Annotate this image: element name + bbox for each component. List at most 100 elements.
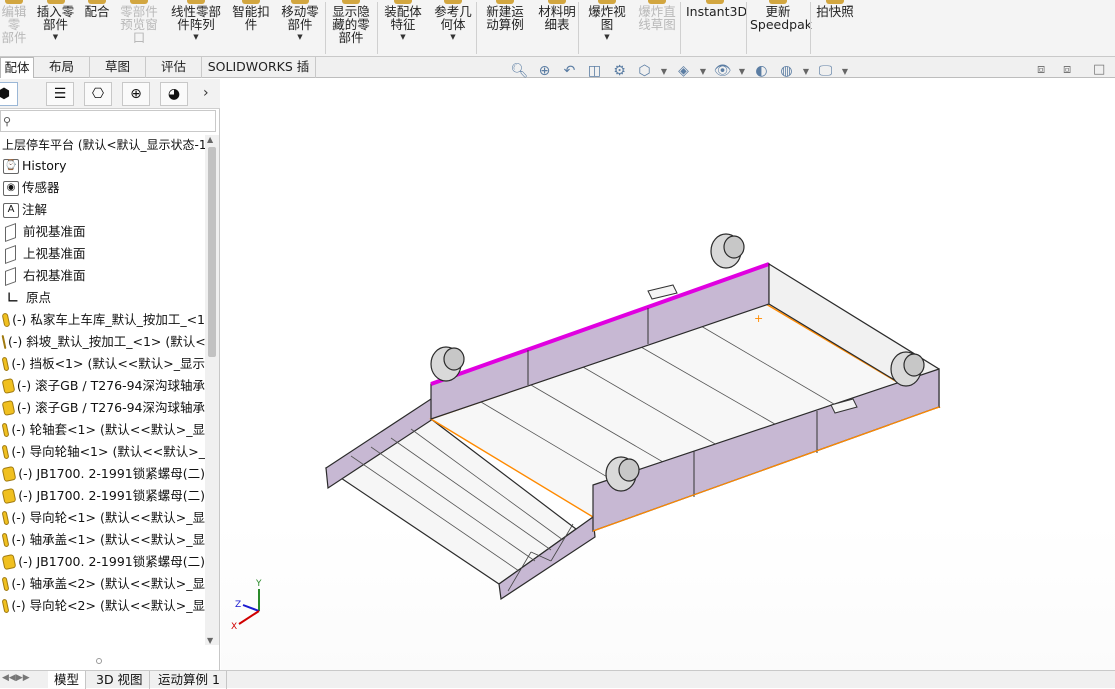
ribbon-button-6[interactable]: 移动零 部件 ▼	[276, 0, 324, 56]
tree-item[interactable]: (-) 滚子GB / T276-94深沟球轴承	[0, 397, 205, 419]
dropdown-caret-icon[interactable]: ▼	[841, 62, 849, 80]
zoom-area-icon[interactable]: ⊕	[535, 62, 554, 80]
dropdown-caret-icon[interactable]: ▼	[166, 33, 226, 41]
dropdown-caret-icon[interactable]: ▼	[584, 33, 630, 41]
tree-item[interactable]: (-) JB1700. 2-1991锁紧螺母(二)	[0, 551, 205, 573]
ribbon-button-label: 移动零 部件	[281, 4, 319, 32]
viewport-restore-icon[interactable]: ⧈	[1037, 62, 1045, 77]
ribbon-button-3[interactable]: 零部件 预览窗 口	[116, 0, 162, 56]
tree-item[interactable]: (-) 滚子GB / T276-94深沟球轴承	[0, 375, 205, 397]
ribbon-button-2[interactable]: 配合	[82, 0, 112, 56]
ribbon-button-5[interactable]: 智能扣 件	[229, 0, 273, 56]
display-manager-icon[interactable]: ◕	[160, 82, 188, 106]
assembly-model[interactable]: + Y Z X	[221, 79, 1115, 670]
dropdown-caret-icon[interactable]: ▼	[276, 33, 324, 41]
scroll-down-icon[interactable]: ▼	[207, 636, 213, 645]
hide-show-icon[interactable]: 👁︎	[713, 62, 732, 80]
previous-view-icon[interactable]: ↶	[560, 62, 579, 80]
tree-item[interactable]: 前视基准面	[0, 221, 205, 243]
more-tabs-chevron-icon[interactable]: ›	[203, 85, 209, 101]
dropdown-caret-icon[interactable]: ▼	[738, 62, 746, 80]
part-icon	[1, 312, 11, 328]
tree-root-assembly[interactable]: 上层停车平台 (默认<默认_显示状态-1	[0, 135, 205, 155]
dropdown-caret-icon[interactable]: ▼	[430, 33, 476, 41]
bottom-tab-bar: ◀◀▶▶ 模型 3D 视图 运动算例 1	[0, 670, 1115, 689]
section-view-icon[interactable]: ◫	[585, 62, 604, 80]
ribbon-button-11[interactable]: 材料明 细表	[534, 0, 580, 56]
tree-item[interactable]: (-) 轮轴套<1> (默认<<默认>_显	[0, 419, 205, 441]
scroll-up-icon[interactable]: ▲	[207, 135, 213, 144]
history-icon: ⌚	[3, 158, 19, 174]
dimxpert-icon[interactable]: ⊕	[122, 82, 150, 106]
graphics-area[interactable]: + Y Z X	[221, 79, 1115, 670]
tree-item[interactable]: (-) 导向轮<1> (默认<<默认>_显	[0, 507, 205, 529]
tree-item[interactable]: 右视基准面	[0, 265, 205, 287]
magnify-icon[interactable]: 🔍︎	[510, 62, 529, 80]
tree-item[interactable]: (-) 导向轮轴<1> (默认<<默认>_	[0, 441, 205, 463]
ribbon-button-13[interactable]: 爆炸直 线草图	[634, 0, 680, 56]
display-settings-icon[interactable]: 🖵︎	[816, 62, 835, 80]
tree-scrollbar[interactable]: ▲ ▼	[205, 135, 219, 645]
viewport-close-icon[interactable]: □	[1093, 62, 1105, 77]
tab-scroll-icons[interactable]: ◀◀▶▶	[2, 673, 30, 683]
scenes-icon[interactable]: ◍	[777, 62, 796, 80]
dropdown-caret-icon[interactable]: ▼	[699, 62, 707, 80]
tab-0[interactable]: 配体	[0, 57, 34, 78]
viewport-tile-icon[interactable]: ⧈	[1063, 62, 1071, 77]
dropdown-caret-icon[interactable]: ▼	[33, 33, 78, 41]
tree-item[interactable]: ⌚ History	[0, 155, 205, 177]
scroll-thumb[interactable]	[208, 147, 216, 357]
triad-z-label: Z	[235, 600, 241, 610]
triad-y-label: Y	[255, 579, 262, 589]
view-orientation-icon[interactable]: ⬡	[635, 62, 654, 80]
ribbon-button-1[interactable]: 插入零 部件 ▼	[33, 0, 78, 56]
tree-item[interactable]: 上视基准面	[0, 243, 205, 265]
tab-1[interactable]: 布局	[34, 57, 90, 78]
ribbon-button-10[interactable]: 新建运 动算例	[482, 0, 528, 56]
ribbon-button-label: 爆炸视 图	[588, 4, 626, 32]
ribbon-button-9[interactable]: 参考几 何体 ▼	[430, 0, 476, 56]
bottom-tab-2[interactable]: 运动算例 1	[152, 671, 227, 689]
tree-item-label: (-) JB1700. 2-1991锁紧螺母(二)	[18, 466, 205, 481]
tree-item[interactable]: (-) 导向轮<2> (默认<<默认>_显	[0, 595, 205, 617]
dropdown-caret-icon[interactable]: ▼	[660, 62, 668, 80]
ribbon-button-14[interactable]: Instant3D	[686, 0, 747, 56]
tree-item[interactable]: (-) 挡板<1> (默认<<默认>_显示	[0, 353, 205, 375]
bottom-tab-0[interactable]: 模型	[48, 671, 87, 689]
ribbon-button-16[interactable]: 拍快照	[812, 0, 858, 56]
part-icon	[1, 334, 7, 350]
dynamic-annotation-icon[interactable]: ⚙	[610, 62, 629, 80]
configuration-manager-icon[interactable]: ⎔	[84, 82, 112, 106]
ribbon-button-0[interactable]: 编辑零 部件	[0, 0, 28, 56]
tree-item[interactable]: (-) 轴承盖<2> (默认<<默认>_显	[0, 573, 205, 595]
feature-manager-panel: ⬢ ☰ ⎔ ⊕ ◕ › ⚲ 上层停车平台 (默认<默认_显示状态-1 ⌚ History ◉ 传…	[0, 79, 220, 671]
ribbon-button-7[interactable]: 显示隐 藏的零 部件	[328, 0, 374, 56]
filter-input[interactable]: ⚲	[0, 110, 216, 132]
ribbon-button-4[interactable]: 线性零部 件阵列 ▼	[166, 0, 226, 56]
tree-item[interactable]: (-) 斜坡_默认_按加工_<1> (默认<	[0, 331, 205, 353]
tree-item[interactable]: A 注解	[0, 199, 205, 221]
panel-resize-handle[interactable]	[0, 656, 220, 670]
ribbon-button-label: 材料明 细表	[538, 4, 576, 32]
tree-item[interactable]: (-) 私家车上车库_默认_按加工_<1	[0, 309, 205, 331]
ribbon-button-15[interactable]: 更新 Speedpak	[750, 0, 812, 56]
bottom-tab-1[interactable]: 3D 视图	[90, 671, 150, 689]
tab-3[interactable]: 评估	[146, 57, 202, 78]
dropdown-caret-icon[interactable]: ▼	[380, 33, 426, 41]
tree-item-label: (-) JB1700. 2-1991锁紧螺母(二)	[18, 554, 205, 569]
feature-manager-icon[interactable]: ⬢	[0, 82, 18, 106]
tree-item[interactable]: ∟ 原点	[0, 287, 205, 309]
tab-4[interactable]: SOLIDWORKS 插件	[202, 57, 316, 94]
dropdown-caret-icon[interactable]: ▼	[802, 62, 810, 80]
property-manager-icon[interactable]: ☰	[46, 82, 74, 106]
tree-item[interactable]: ◉ 传感器	[0, 177, 205, 199]
annotation-icon: A	[3, 202, 19, 218]
tree-item[interactable]: (-) JB1700. 2-1991锁紧螺母(二)	[0, 463, 205, 485]
tree-item[interactable]: (-) 轴承盖<1> (默认<<默认>_显	[0, 529, 205, 551]
tab-2[interactable]: 草图	[90, 57, 146, 78]
tree-item[interactable]: (-) JB1700. 2-1991锁紧螺母(二)	[0, 485, 205, 507]
ribbon-button-12[interactable]: 爆炸视 图 ▼	[584, 0, 630, 56]
ribbon-button-8[interactable]: 装配体 特征 ▼	[380, 0, 426, 56]
edit-appearance-icon[interactable]: ◐	[752, 62, 771, 80]
display-style-icon[interactable]: ◈	[674, 62, 693, 80]
